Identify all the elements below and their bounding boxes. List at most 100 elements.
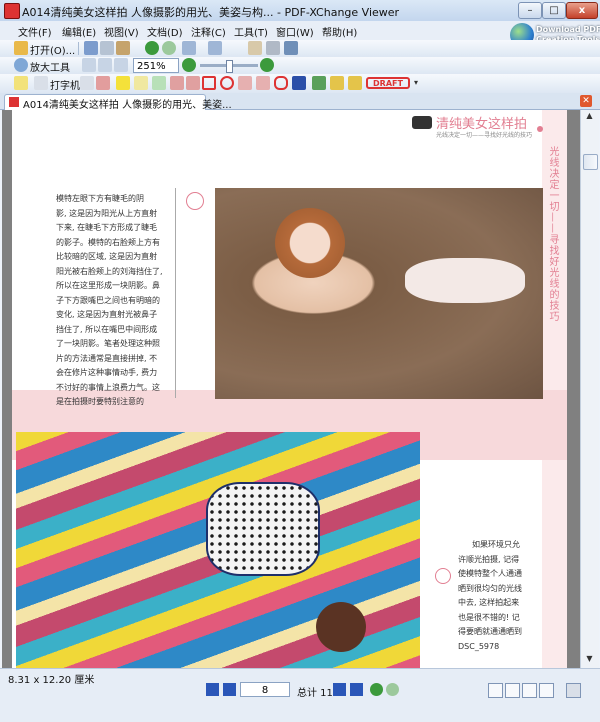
- select-text-icon[interactable]: [266, 41, 280, 55]
- menu-document[interactable]: 文档(D): [147, 24, 183, 39]
- left-text-line: 不讨好的事情上浪费力气。这: [56, 382, 160, 392]
- menu-edit[interactable]: 编辑(E): [62, 24, 96, 39]
- left-text-line: 下来, 在睫毛下方形成了睫毛: [56, 223, 158, 232]
- polyline-icon[interactable]: [256, 76, 270, 90]
- continuous-icon[interactable]: [505, 683, 520, 698]
- column-divider: [175, 188, 176, 398]
- page-marker-icon: [186, 192, 204, 210]
- facing-icon[interactable]: [522, 683, 537, 698]
- cloud-icon[interactable]: [274, 76, 288, 90]
- page-header-subtitle: 光线决定一切——寻找好光线的技巧: [436, 132, 533, 139]
- pin-icon[interactable]: [292, 76, 306, 90]
- scroll-up-icon[interactable]: ▲: [583, 111, 596, 123]
- next-page-icon[interactable]: [333, 683, 346, 696]
- email-icon[interactable]: [116, 41, 130, 55]
- hand-tool-icon[interactable]: [248, 41, 262, 55]
- open-button[interactable]: 打开(O)...: [30, 42, 75, 57]
- maximize-button[interactable]: □: [542, 2, 566, 19]
- document-tab[interactable]: A014清纯美女这样拍 人像摄影的用光、美姿...: [4, 94, 232, 111]
- left-text-line: 片的方法通常是直接拼掉, 不: [56, 353, 158, 363]
- left-text-line: 子下方跟嘴巴之间也有明暗的: [56, 295, 160, 305]
- header-dot: [537, 126, 543, 132]
- right-text-line: 晒到很均匀的光线: [458, 583, 522, 593]
- callout-icon[interactable]: [96, 76, 110, 90]
- left-text-line: 阳光被右脸颊上的刘海挡住了,: [56, 266, 163, 276]
- pencil-icon[interactable]: [312, 76, 326, 90]
- forward-icon[interactable]: [162, 41, 176, 55]
- stamp-tool-icon[interactable]: [348, 76, 362, 90]
- left-text-line: 模特左眼下方有睫毛的阴: [56, 194, 144, 203]
- page-side-text: 光线决定一切——寻找好光线的技巧: [547, 146, 558, 322]
- zoom-tool-button[interactable]: 放大工具: [30, 59, 70, 74]
- left-text-line: 会在修片这种事情动手, 费力: [56, 368, 158, 377]
- zoom-in-icon[interactable]: [260, 58, 274, 72]
- menu-help[interactable]: 帮助(H): [322, 24, 357, 39]
- back-icon[interactable]: [145, 41, 159, 55]
- document-viewport[interactable]: 清纯美女这样拍 光线决定一切——寻找好光线的技巧 光线决定一切——寻找好光线的技…: [2, 110, 580, 668]
- window-title: A014清纯美女这样拍 人像摄影的用光、美姿与构... - PDF-XChang…: [22, 6, 400, 19]
- strikeout-icon[interactable]: [134, 76, 148, 90]
- left-text-line: 变化, 这是因为直射光被鼻子: [56, 310, 158, 319]
- page-marker-icon-2: [435, 568, 451, 584]
- oval-icon[interactable]: [220, 76, 234, 90]
- left-text-line: 是在拍摄时要特别注意的: [56, 397, 144, 406]
- typewriter-icon[interactable]: [34, 76, 48, 90]
- underline-icon[interactable]: [152, 76, 166, 90]
- page-number-input[interactable]: 8: [240, 682, 290, 697]
- undo-icon[interactable]: [182, 41, 196, 55]
- continuous-facing-icon[interactable]: [539, 683, 554, 698]
- sticky-note-icon[interactable]: [14, 76, 28, 90]
- photo-top: [215, 188, 543, 399]
- close-glyph: x: [578, 5, 586, 16]
- first-page-icon[interactable]: [206, 683, 219, 696]
- menu-file[interactable]: 文件(F): [18, 24, 52, 39]
- menu-tools[interactable]: 工具(T): [234, 24, 268, 39]
- typewriter-button[interactable]: 打字机: [50, 77, 80, 92]
- zoom-out-icon[interactable]: [182, 58, 196, 72]
- zoom-combo[interactable]: 251%: [133, 58, 179, 73]
- nav-back-icon[interactable]: [370, 683, 383, 696]
- menu-window[interactable]: 窗口(W): [276, 24, 314, 39]
- eraser-icon[interactable]: [330, 76, 344, 90]
- print-icon[interactable]: [100, 41, 114, 55]
- stamp-dropdown-icon[interactable]: ▾: [414, 78, 422, 88]
- polygon-icon[interactable]: [238, 76, 252, 90]
- fit-page-icon[interactable]: [98, 58, 112, 72]
- snapshot-icon[interactable]: [284, 41, 298, 55]
- rectangle-icon[interactable]: [202, 76, 216, 90]
- open-folder-icon[interactable]: [14, 41, 28, 55]
- scroll-down-icon[interactable]: ▼: [583, 654, 596, 666]
- fit-width-icon[interactable]: [114, 58, 128, 72]
- photo-bottom-figure: [206, 482, 320, 576]
- draft-stamp[interactable]: DRAFT: [366, 77, 410, 89]
- previous-page-icon[interactable]: [223, 683, 236, 696]
- scrollbar-thumb[interactable]: [583, 154, 598, 170]
- right-text-line: 许顺光拍摄, 记得: [458, 554, 520, 564]
- redo-icon[interactable]: [208, 41, 222, 55]
- minimize-button[interactable]: –: [518, 2, 542, 19]
- zoom-icon[interactable]: [14, 58, 28, 72]
- last-page-icon[interactable]: [350, 683, 363, 696]
- highlight-icon[interactable]: [116, 76, 130, 90]
- close-document-icon[interactable]: ✕: [580, 95, 592, 107]
- textbox-icon[interactable]: [80, 76, 94, 90]
- menu-comments[interactable]: 注释(C): [191, 24, 226, 39]
- menu-view[interactable]: 视图(V): [104, 24, 139, 39]
- document-tab-bar: A014清纯美女这样拍 人像摄影的用光、美姿...: [0, 93, 600, 111]
- page-options-icon[interactable]: [566, 683, 581, 698]
- arrow-icon[interactable]: [170, 76, 184, 90]
- nav-forward-icon[interactable]: [386, 683, 399, 696]
- page-size-label: 8.31 x 12.20 厘米: [8, 675, 95, 686]
- line-icon[interactable]: [186, 76, 200, 90]
- photo-bottom-figure-head: [316, 602, 366, 652]
- save-icon[interactable]: [84, 41, 98, 55]
- photo-bottom: [16, 432, 420, 668]
- close-button[interactable]: x: [566, 2, 598, 19]
- single-page-icon[interactable]: [488, 683, 503, 698]
- actual-size-icon[interactable]: [82, 58, 96, 72]
- zoom-slider-thumb[interactable]: [226, 60, 233, 73]
- vertical-scrollbar[interactable]: ▲ ▼: [580, 110, 599, 668]
- right-text-line: 如果环境只允: [472, 540, 520, 549]
- pdf-file-icon: [9, 97, 19, 107]
- maximize-glyph: □: [549, 5, 559, 16]
